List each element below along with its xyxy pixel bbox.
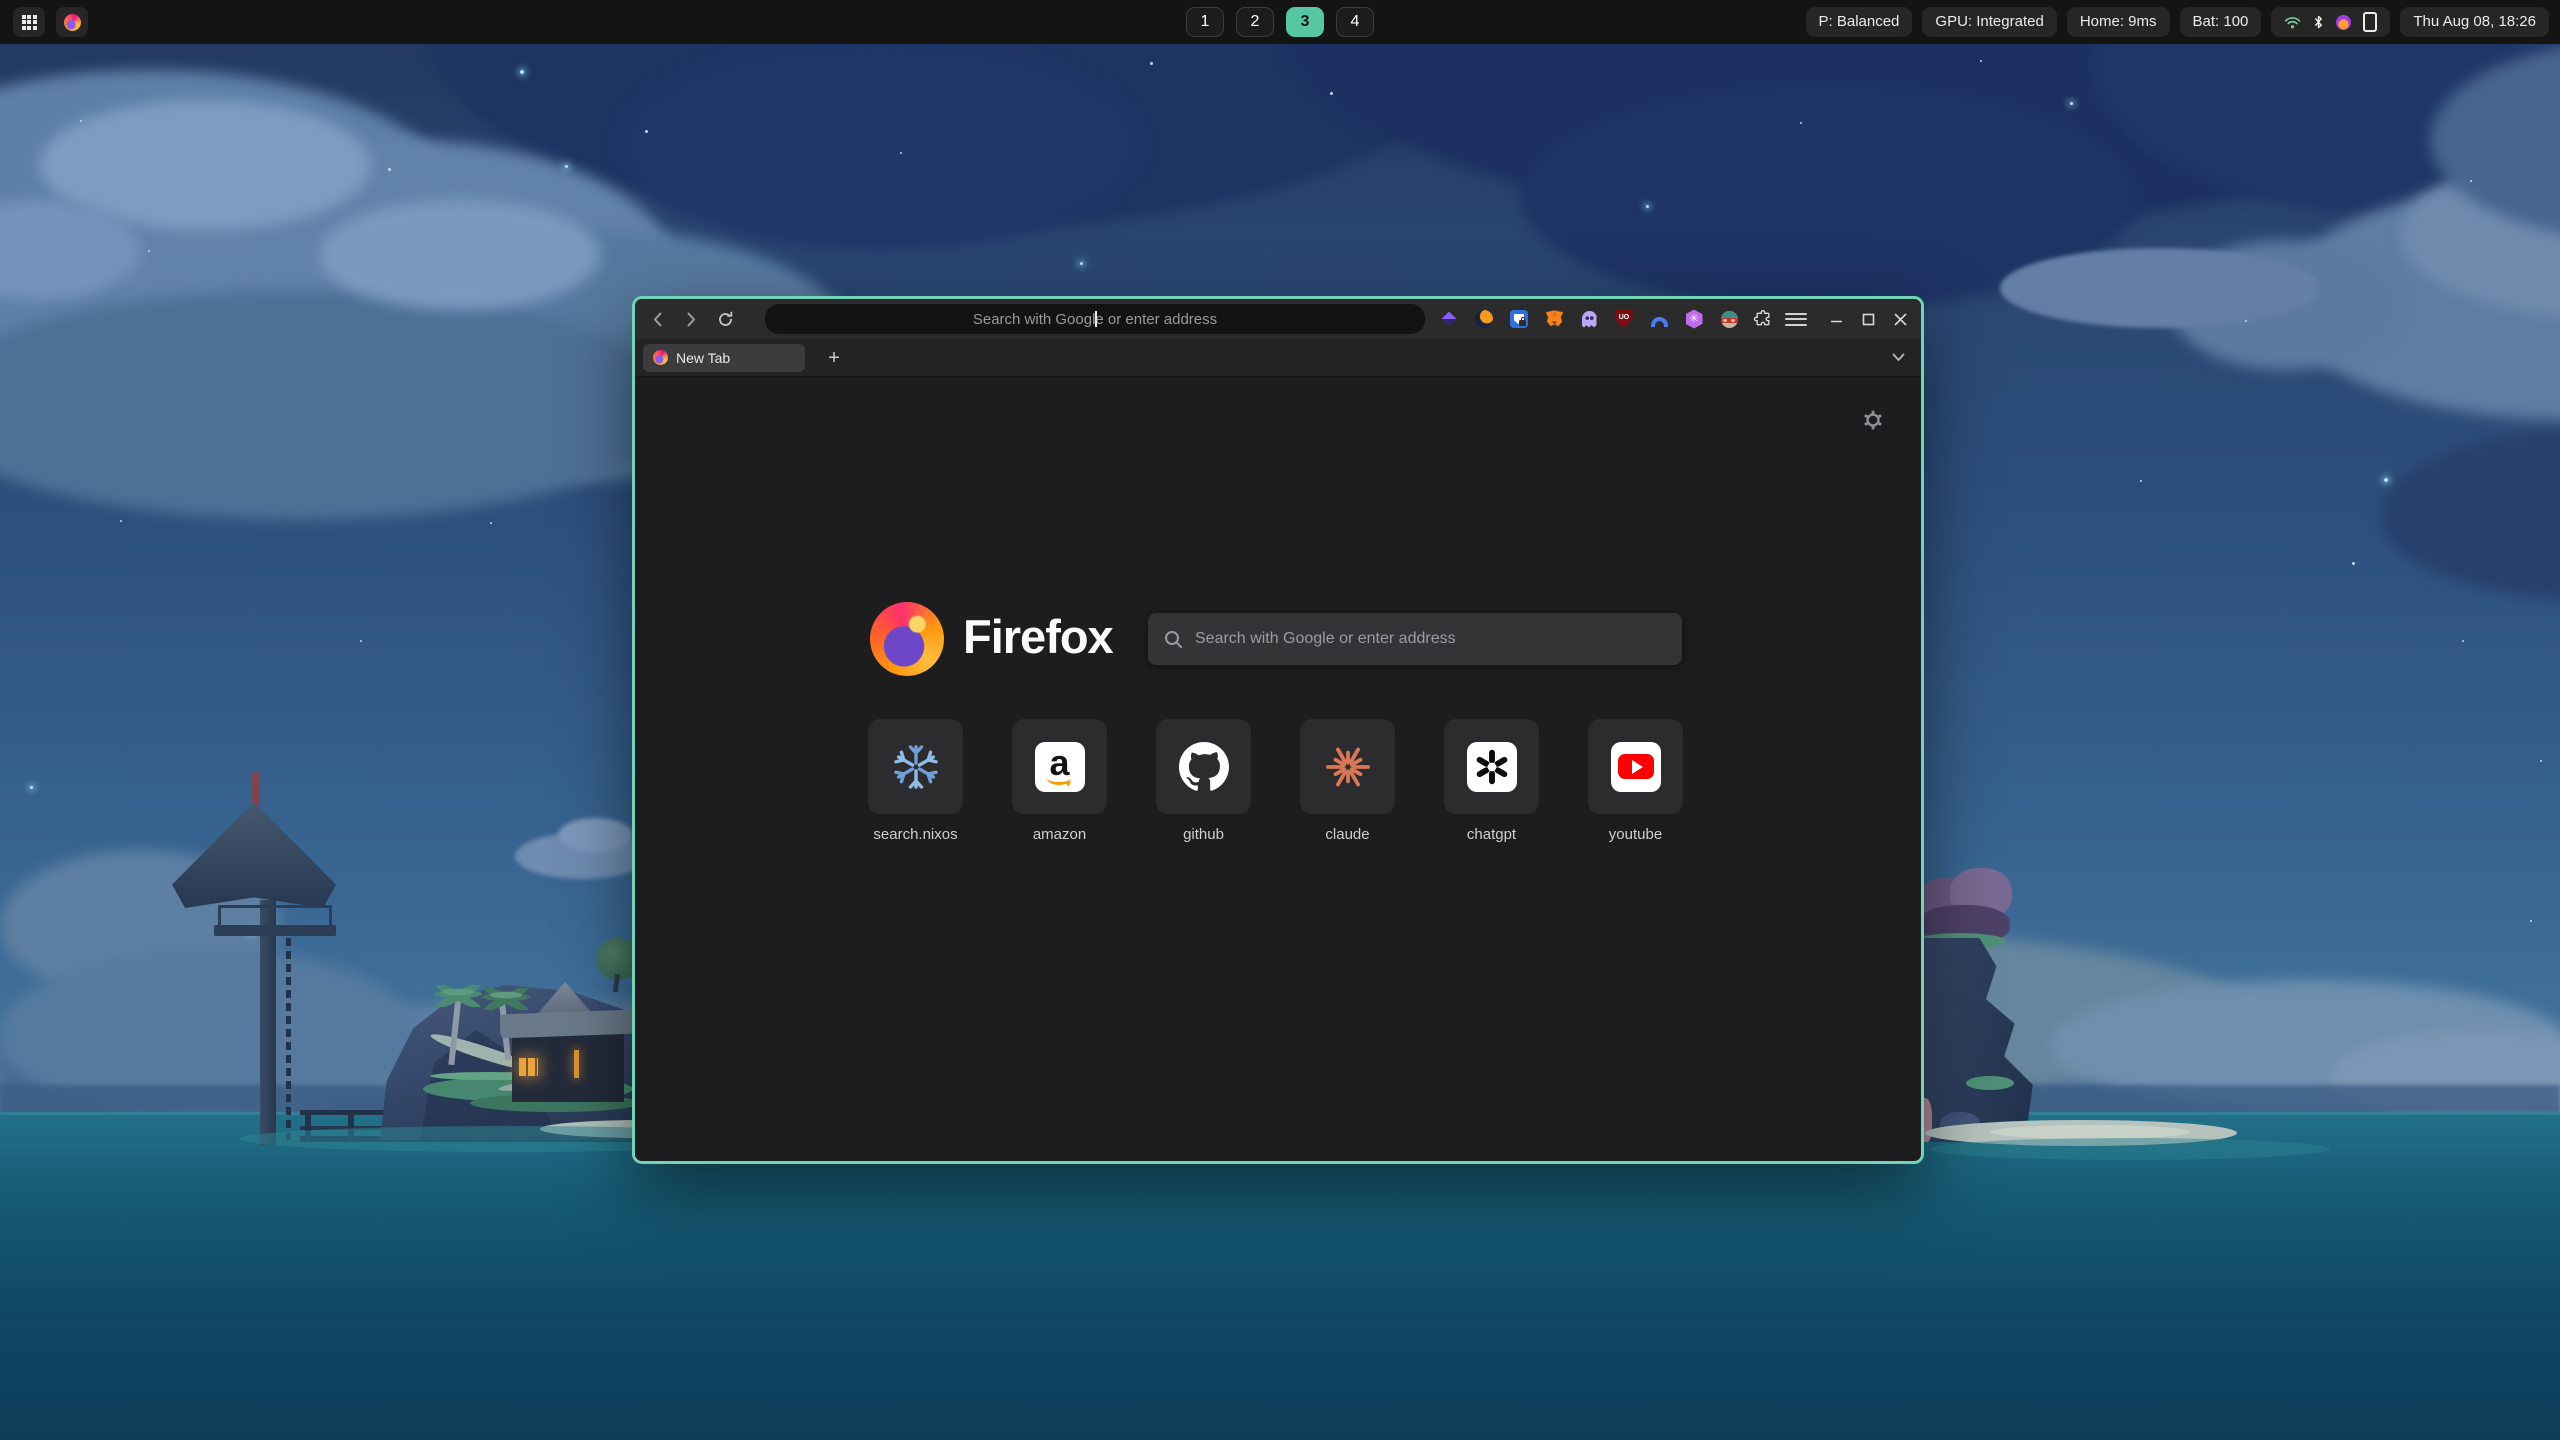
url-bar[interactable]: Search with Google or enter address <box>765 304 1425 334</box>
status-modules: P: Balanced GPU: Integrated Home: 9ms Ba… <box>1806 7 2549 37</box>
ghostery-ghost-extension-icon[interactable] <box>1579 309 1599 329</box>
firefox-launcher-button[interactable] <box>56 7 88 37</box>
extension-buttons: UO ✳ <box>1439 309 1739 329</box>
ublock-origin-extension-icon[interactable]: UO <box>1614 309 1634 329</box>
metamask-fox-extension-icon[interactable] <box>1544 309 1564 329</box>
search-icon <box>1164 630 1182 648</box>
firefox-tab-favicon <box>653 350 668 365</box>
shortcut-claude[interactable]: claude <box>1300 719 1395 843</box>
app-grid-icon <box>22 15 37 30</box>
github-octocat-icon <box>1179 742 1229 792</box>
navigation-toolbar: Search with Google or enter address UO ✳ <box>635 299 1921 339</box>
list-all-tabs-button[interactable] <box>1892 353 1905 362</box>
app-launcher-button[interactable] <box>13 7 45 37</box>
latency-status: Home: 9ms <box>2067 7 2170 37</box>
text-caret <box>1095 311 1097 327</box>
window-controls <box>1825 308 1911 330</box>
power-profile-status: P: Balanced <box>1806 7 1913 37</box>
extensions-puzzle-icon[interactable] <box>1753 309 1773 329</box>
forward-button[interactable] <box>677 305 705 333</box>
minimize-button[interactable] <box>1825 308 1847 330</box>
clock: Thu Aug 08, 18:26 <box>2400 7 2549 37</box>
wifi-icon <box>2284 16 2301 29</box>
newtab-search-input[interactable] <box>1193 629 1666 649</box>
personalize-gear-icon[interactable] <box>1863 410 1883 430</box>
claude-starburst-icon <box>1325 744 1371 790</box>
shortcut-github[interactable]: github <box>1156 719 1251 843</box>
status-bar: 1 2 3 4 P: Balanced GPU: Integrated Home… <box>0 0 2560 44</box>
tab-title: New Tab <box>676 350 730 366</box>
firefox-logo <box>870 602 944 676</box>
firefox-icon <box>64 14 81 31</box>
workspace-4[interactable]: 4 <box>1336 7 1374 37</box>
shortcut-amazon[interactable]: a amazon <box>1012 719 1107 843</box>
new-tab-button[interactable]: + <box>821 345 847 371</box>
orange-swoosh-extension-icon[interactable] <box>1474 309 1494 329</box>
shortcut-search-nixos[interactable]: search.nixos <box>868 719 963 843</box>
workspace-1[interactable]: 1 <box>1186 7 1224 37</box>
vpn-arc-extension-icon[interactable] <box>1649 309 1669 329</box>
firefox-wordmark: Firefox <box>963 609 1113 664</box>
tab-new-tab[interactable]: New Tab <box>643 344 805 372</box>
goggle-face-extension-icon[interactable] <box>1719 309 1739 329</box>
reload-button[interactable] <box>711 305 739 333</box>
bluetooth-icon <box>2313 14 2324 30</box>
purple-diamond-extension-icon[interactable] <box>1439 309 1459 329</box>
workspace-2[interactable]: 2 <box>1236 7 1274 37</box>
close-button[interactable] <box>1889 308 1911 330</box>
firefox-window: Search with Google or enter address UO ✳ <box>632 296 1924 1164</box>
workspace-switcher: 1 2 3 4 <box>1186 7 1374 37</box>
openai-knot-icon <box>1467 742 1517 792</box>
system-tray[interactable] <box>2271 7 2390 37</box>
nixos-snowflake-icon <box>892 743 940 791</box>
gpu-status: GPU: Integrated <box>1922 7 2056 37</box>
workspace-3[interactable]: 3 <box>1286 7 1324 37</box>
new-tab-page: Firefox search.nixos a amazon github <box>635 377 1921 1161</box>
media-indicator-icon <box>2336 15 2351 30</box>
shortcut-tiles: search.nixos a amazon github claude chat… <box>868 719 1683 843</box>
hex-asterisk-extension-icon[interactable]: ✳ <box>1684 309 1704 329</box>
maximize-button[interactable] <box>1857 308 1879 330</box>
youtube-play-icon <box>1611 742 1661 792</box>
battery-status: Bat: 100 <box>2180 7 2262 37</box>
back-button[interactable] <box>643 305 671 333</box>
shortcut-youtube[interactable]: youtube <box>1588 719 1683 843</box>
hamburger-menu-button[interactable] <box>1785 308 1807 330</box>
phone-icon <box>2363 12 2377 32</box>
shortcut-chatgpt[interactable]: chatgpt <box>1444 719 1539 843</box>
tab-bar: New Tab + <box>635 339 1921 377</box>
firefox-hero: Firefox <box>635 602 1921 682</box>
desktop: 1 2 3 4 P: Balanced GPU: Integrated Home… <box>0 0 2560 1440</box>
newtab-search-bar[interactable] <box>1148 613 1682 665</box>
blue-shield-lock-extension-icon[interactable] <box>1509 309 1529 329</box>
amazon-icon: a <box>1035 742 1085 792</box>
